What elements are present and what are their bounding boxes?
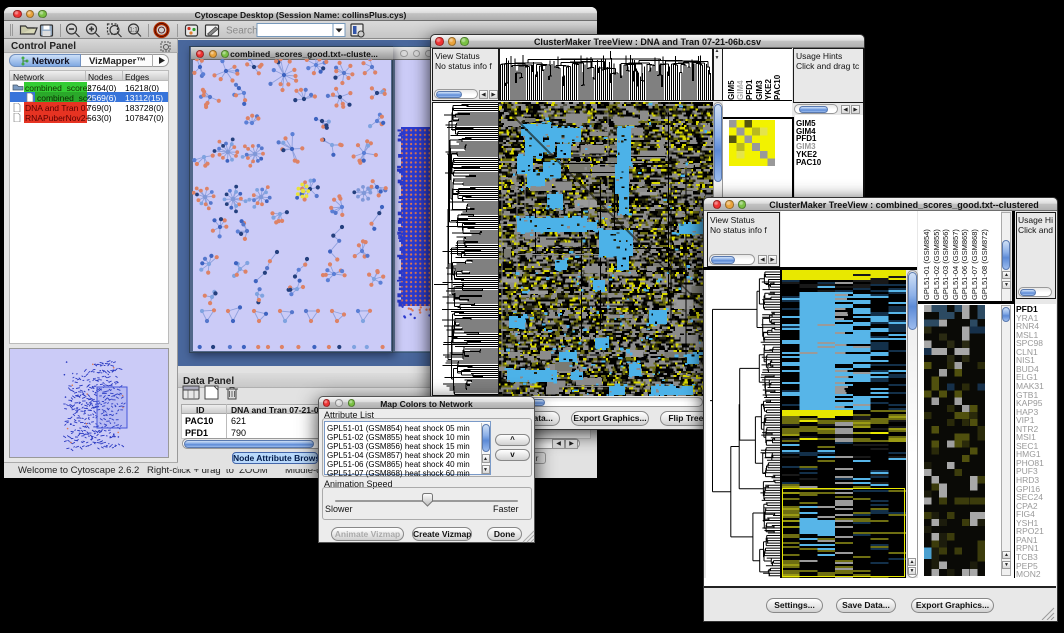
svg-text:1:1: 1:1 xyxy=(129,28,138,34)
svg-text:Search:: Search: xyxy=(226,26,260,37)
